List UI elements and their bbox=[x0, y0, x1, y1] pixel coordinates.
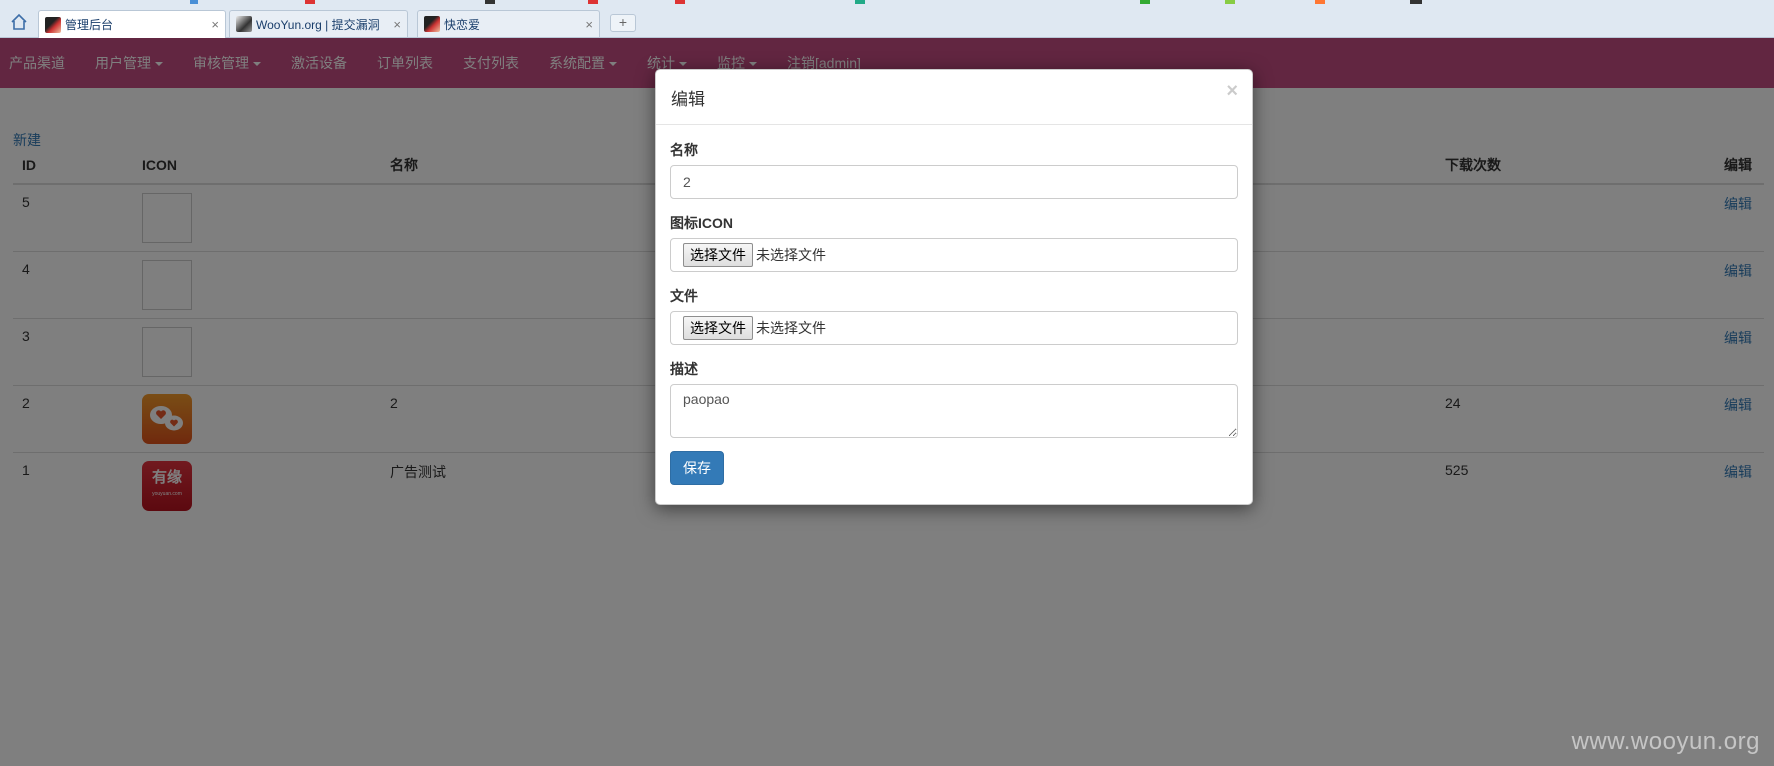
bookmark-bar-fragment bbox=[675, 0, 685, 4]
browser-tabstrip: 管理后台 × WooYun.org | 提交漏洞 × 快恋爱 × + bbox=[0, 0, 1774, 38]
tab-label: 管理后台 bbox=[65, 18, 114, 32]
tab-close-icon[interactable]: × bbox=[211, 17, 219, 32]
browser-tab-admin[interactable]: 管理后台 × bbox=[38, 10, 226, 38]
bookmark-bar-fragment bbox=[190, 0, 198, 4]
package-file-status: 未选择文件 bbox=[756, 321, 826, 337]
browser-tab-wooyun[interactable]: WooYun.org | 提交漏洞 × bbox=[229, 10, 408, 37]
bookmark-bar-fragment bbox=[588, 0, 598, 4]
name-field-group: 名称 2 bbox=[670, 140, 1238, 199]
package-file-input[interactable]: 选择文件 未选择文件 bbox=[670, 311, 1238, 345]
name-input[interactable]: 2 bbox=[670, 165, 1238, 199]
browser-tab-kuailianai[interactable]: 快恋爱 × bbox=[417, 10, 600, 37]
icon-file-status: 未选择文件 bbox=[756, 248, 826, 264]
edit-modal: 编辑 × 名称 2 图标ICON 选择文件 未选择文件 文件 选择文件 未选择文… bbox=[655, 69, 1253, 505]
file-field-group: 文件 选择文件 未选择文件 bbox=[670, 286, 1238, 345]
file-label: 文件 bbox=[670, 288, 698, 304]
icon-file-input[interactable]: 选择文件 未选择文件 bbox=[670, 238, 1238, 272]
description-textarea[interactable]: paopao bbox=[670, 384, 1238, 438]
modal-title: 编辑 bbox=[671, 90, 705, 109]
bookmark-bar-fragment bbox=[1225, 0, 1235, 4]
bookmark-bar-fragment bbox=[485, 0, 495, 4]
bookmark-bar-fragment bbox=[1410, 0, 1422, 4]
favicon-icon bbox=[236, 16, 252, 32]
close-icon[interactable]: × bbox=[1226, 81, 1238, 101]
tab-close-icon[interactable]: × bbox=[393, 17, 401, 32]
favicon-icon bbox=[45, 16, 61, 33]
home-icon[interactable] bbox=[10, 13, 28, 31]
description-label: 描述 bbox=[670, 361, 698, 377]
tab-close-icon[interactable]: × bbox=[585, 17, 593, 32]
name-label: 名称 bbox=[670, 142, 698, 158]
modal-body: 名称 2 图标ICON 选择文件 未选择文件 文件 选择文件 未选择文件 描述 … bbox=[656, 125, 1252, 500]
description-field-group: 描述 paopao bbox=[670, 359, 1238, 438]
watermark-text: www.wooyun.org bbox=[1571, 728, 1760, 755]
save-button[interactable]: 保存 bbox=[670, 451, 724, 485]
choose-icon-file-button[interactable]: 选择文件 bbox=[683, 243, 753, 267]
tab-label: WooYun.org | 提交漏洞 bbox=[256, 17, 380, 32]
modal-header: 编辑 × bbox=[656, 70, 1252, 125]
icon-label: 图标ICON bbox=[670, 215, 733, 231]
bookmark-bar-fragment bbox=[855, 0, 865, 4]
icon-field-group: 图标ICON 选择文件 未选择文件 bbox=[670, 213, 1238, 272]
favicon-icon bbox=[424, 16, 440, 32]
bookmark-bar-fragment bbox=[1140, 0, 1150, 4]
choose-package-file-button[interactable]: 选择文件 bbox=[683, 316, 753, 340]
bookmark-bar-fragment bbox=[1315, 0, 1325, 4]
bookmark-bar-fragment bbox=[305, 0, 315, 4]
new-tab-button[interactable]: + bbox=[610, 14, 636, 32]
tab-label: 快恋爱 bbox=[444, 17, 481, 32]
